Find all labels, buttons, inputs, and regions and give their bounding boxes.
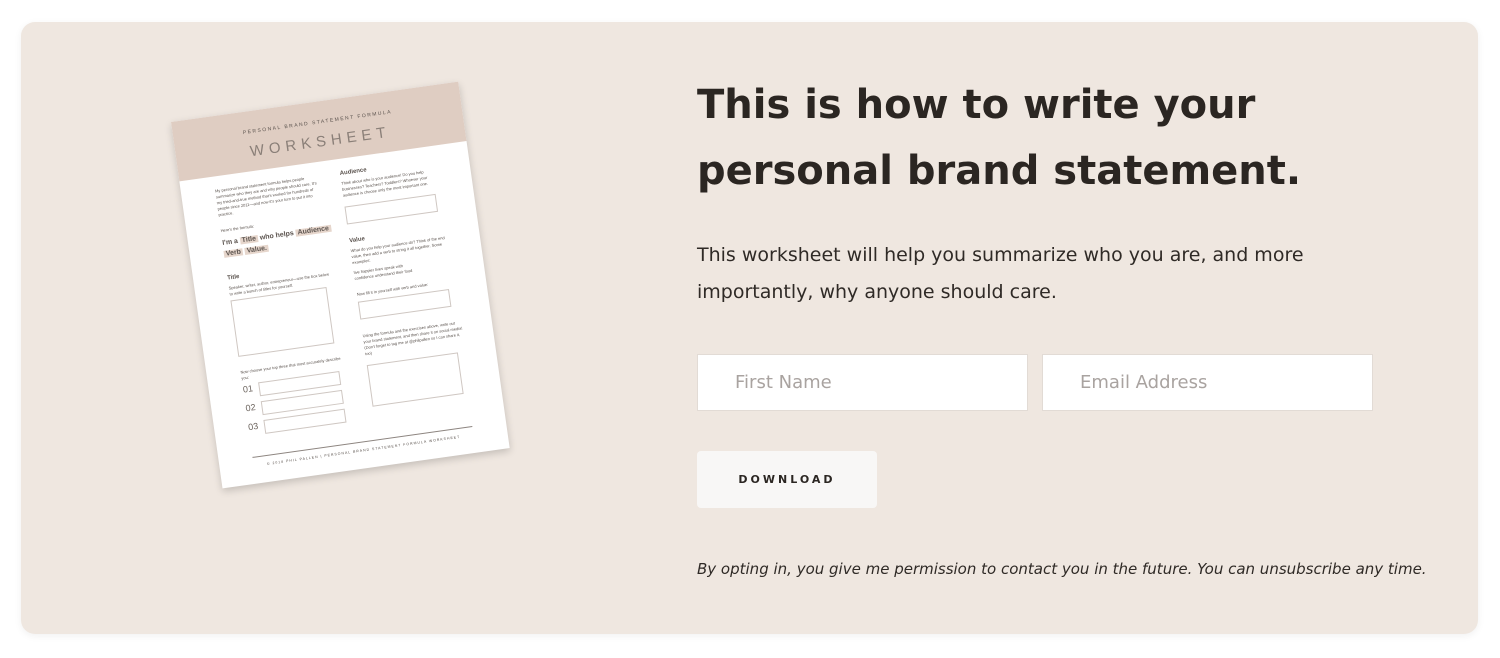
page-title: This is how to write your personal brand…: [697, 72, 1397, 204]
formula-prefix: I'm a: [221, 237, 239, 247]
worksheet-using-text: Using the formula and the exercises abov…: [362, 320, 463, 357]
description: This worksheet will help you summarize w…: [697, 237, 1337, 311]
worksheet-audience-box: [344, 193, 439, 225]
description-line-2: importantly, why anyone should care.: [697, 281, 1057, 303]
page-title-line-2: personal brand statement.: [697, 148, 1302, 194]
first-name-input[interactable]: [697, 354, 1028, 411]
worksheet-audience-heading: Audience: [339, 167, 368, 177]
worksheet-examples: live happier lives speak with confidence…: [353, 263, 413, 281]
worksheet-using-box: [366, 352, 464, 407]
description-line-1: This worksheet will help you summarize w…: [697, 244, 1304, 266]
optin-card: Personal Brand Statement Formula WORKSHE…: [21, 22, 1478, 634]
worksheet-title-box: [230, 286, 335, 357]
worksheet-num-1: 01: [242, 383, 254, 395]
download-button[interactable]: DOWNLOAD: [697, 451, 877, 508]
worksheet-num-3: 03: [247, 420, 259, 433]
formula-verb: Verb: [223, 248, 244, 258]
formula-mid: who helps: [259, 230, 295, 242]
worksheet-preview: Personal Brand Statement Formula WORKSHE…: [171, 81, 510, 489]
worksheet-intro: My personal brand statement formula help…: [214, 176, 317, 218]
formula-value: Value.: [244, 244, 270, 255]
worksheet-footer: © 2018 Phil Pallen | Personal Brand Stat…: [266, 434, 461, 466]
worksheet-num-2: 02: [244, 402, 257, 414]
worksheet-header: Personal Brand Statement Formula WORKSHE…: [171, 81, 467, 182]
worksheet-title-heading: Title: [226, 274, 240, 282]
page-title-line-1: This is how to write your: [697, 82, 1256, 128]
formula-title: Title: [239, 235, 259, 245]
formula-audience: Audience: [295, 224, 332, 237]
worksheet-value-text: What do you help your audience do? Think…: [350, 235, 445, 266]
worksheet-value-heading: Value: [348, 236, 366, 245]
consent-note: By opting in, you give me permission to …: [697, 560, 1427, 578]
email-input[interactable]: [1042, 354, 1373, 411]
